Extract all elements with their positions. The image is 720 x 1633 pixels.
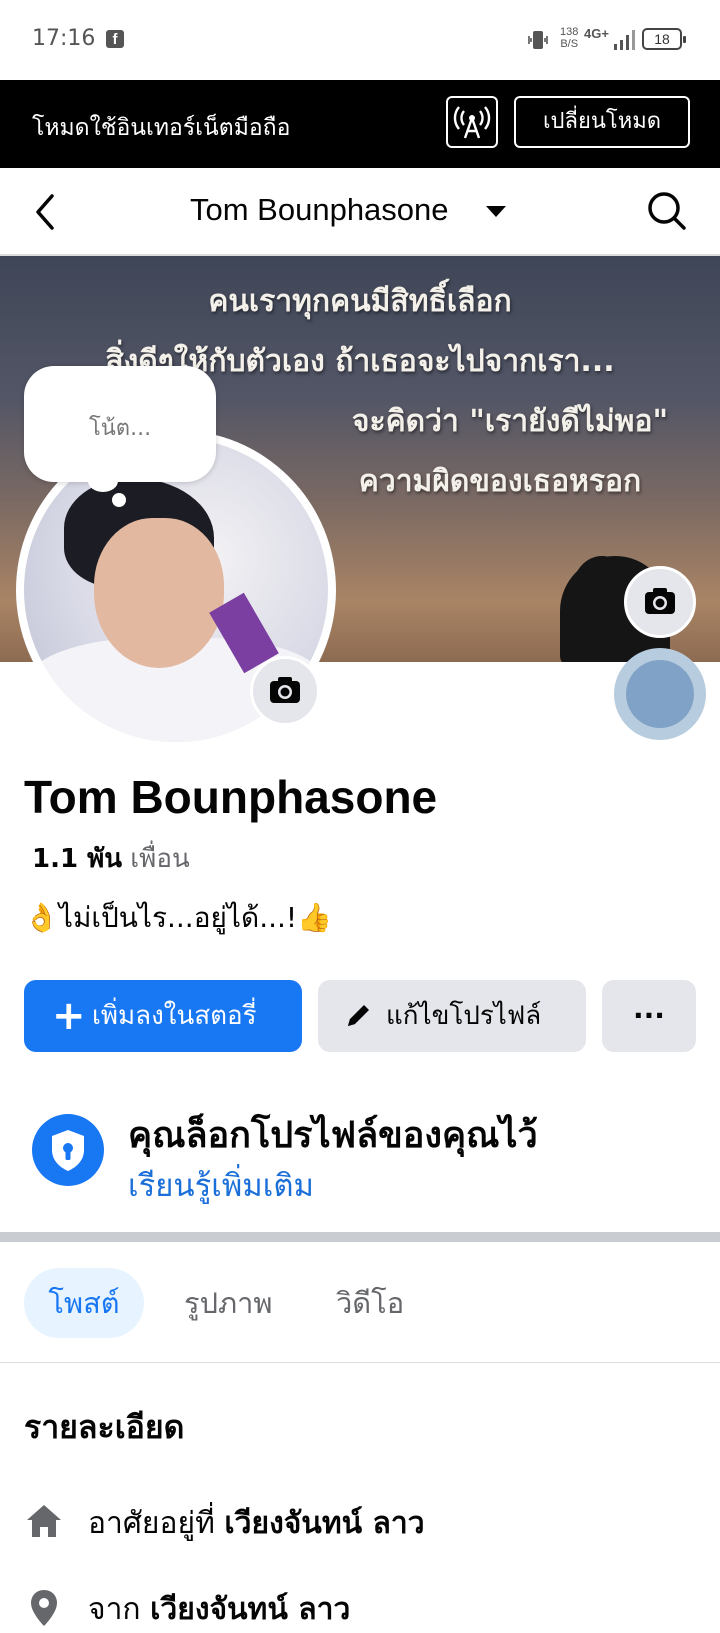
- friends-count[interactable]: 1.1 พัน เพื่อน: [32, 838, 190, 879]
- mobile-data-banner: โหมดใช้อินเทอร์เน็ตมือถือ เปลี่ยนโหมด: [0, 80, 720, 168]
- header-title[interactable]: Tom Bounphasone: [190, 192, 449, 228]
- pencil-icon: [348, 1005, 369, 1026]
- lives-in-prefix: อาศัยอยู่ที่: [88, 1506, 215, 1541]
- note-bubble-tail-dot: [112, 493, 126, 507]
- tab-posts[interactable]: โพสต์: [24, 1268, 144, 1338]
- network-speed: 138 B/S: [560, 26, 578, 50]
- search-icon[interactable]: [646, 190, 688, 232]
- more-options-button[interactable]: ···: [602, 980, 696, 1052]
- tabs-divider: [0, 1362, 720, 1363]
- camera-icon: [270, 677, 300, 703]
- profile-name: Tom Bounphasone: [24, 771, 438, 823]
- from-value: เวียงจันทน์ ลาว: [150, 1592, 351, 1627]
- note-placeholder: โน้ต...: [88, 416, 152, 441]
- shield-icon: [52, 1130, 84, 1171]
- top-header: Tom Bounphasone: [0, 168, 720, 256]
- details-heading: รายละเอียด: [24, 1408, 185, 1446]
- vibrate-icon: [528, 31, 548, 49]
- signal-icon: [614, 30, 635, 50]
- status-bar: 17:16 f 138 B/S 4G+ 18: [0, 0, 720, 80]
- friends-number: 1.1 พัน: [32, 844, 123, 874]
- shield-lock-icon: [32, 1114, 104, 1186]
- speed-value: 138: [560, 26, 579, 38]
- tab-photos[interactable]: รูปภาพ: [184, 1268, 273, 1338]
- switch-mode-button[interactable]: เปลี่ยนโหมด: [514, 96, 690, 148]
- battery-indicator: 18: [642, 28, 686, 50]
- facebook-icon: f: [106, 30, 124, 48]
- tab-videos[interactable]: วิดีโอ: [336, 1268, 404, 1338]
- home-icon: [27, 1505, 61, 1537]
- profile-camera-button[interactable]: [250, 656, 320, 726]
- network-type: 4G+: [584, 26, 609, 41]
- antenna-icon: [453, 106, 491, 139]
- profile-bio: 👌ไม่เป็นไร...อยู่ได้...!👍: [24, 901, 332, 934]
- cover-camera-button[interactable]: [624, 566, 696, 638]
- touch-indicator-inner: [626, 660, 694, 728]
- banner-text: โหมดใช้อินเทอร์เน็ตมือถือ: [32, 115, 291, 141]
- camera-icon: [645, 588, 675, 614]
- add-to-story-label: เพิ่มลงในสตอรี่: [92, 1001, 257, 1031]
- from-prefix: จาก: [88, 1592, 141, 1627]
- note-bubble-tail: [88, 470, 118, 492]
- edit-profile-button[interactable]: แก้ไขโปรไฟล์: [318, 980, 586, 1052]
- friends-label: เพื่อน: [130, 844, 190, 874]
- caret-down-icon[interactable]: [486, 206, 506, 217]
- status-time: 17:16: [32, 26, 96, 51]
- data-mode-button[interactable]: [446, 96, 498, 148]
- back-arrow-icon[interactable]: [30, 192, 60, 232]
- location-pin-icon: [31, 1590, 57, 1626]
- note-bubble[interactable]: โน้ต...: [24, 366, 216, 482]
- touch-indicator: [614, 648, 706, 740]
- profile-locked-title: คุณล็อกโปรไฟล์ของคุณไว้: [128, 1115, 538, 1156]
- photo-face: [94, 518, 224, 668]
- learn-more-link[interactable]: เรียนรู้เพิ่มเติม: [128, 1160, 314, 1210]
- cover-silhouette-head: [572, 556, 632, 626]
- speed-unit: B/S: [560, 38, 579, 50]
- cover-text-line: จะคิดว่า "เรายังดีไม่พอ": [351, 404, 669, 439]
- section-divider: [0, 1232, 720, 1242]
- lives-in-value: เวียงจันทน์ ลาว: [224, 1506, 425, 1541]
- cover-text-line: คนเราทุกคนมีสิทธิ์เลือก: [208, 284, 512, 319]
- edit-profile-label: แก้ไขโปรไฟล์: [386, 1001, 542, 1031]
- add-to-story-button[interactable]: + เพิ่มลงในสตอรี่: [24, 980, 302, 1052]
- plus-icon: +: [52, 993, 86, 1039]
